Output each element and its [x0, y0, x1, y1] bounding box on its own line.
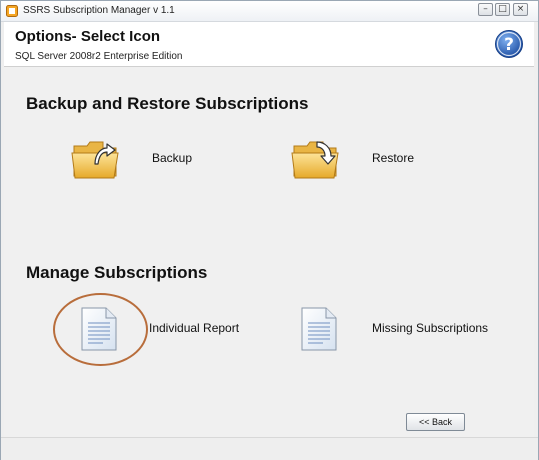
app-window: SSRS Subscription Manager v 1.1 – □ × Op…	[0, 0, 539, 460]
missing-subscriptions-label[interactable]: Missing Subscriptions	[372, 321, 488, 335]
restore-label[interactable]: Restore	[372, 151, 414, 165]
title-bar[interactable]: SSRS Subscription Manager v 1.1 – □ ×	[1, 1, 538, 22]
minimize-button[interactable]: –	[478, 3, 493, 16]
edition-label: SQL Server 2008r2 Enterprise Edition	[15, 51, 183, 62]
section-title-manage: Manage Subscriptions	[26, 263, 208, 282]
document-icon[interactable]	[299, 306, 339, 352]
help-icon[interactable]: ?	[494, 29, 524, 59]
individual-report-label[interactable]: Individual Report	[149, 321, 239, 335]
close-button[interactable]: ×	[513, 3, 528, 16]
document-icon[interactable]	[79, 306, 119, 352]
maximize-button[interactable]: □	[495, 3, 510, 16]
header-panel: Options- Select Icon SQL Server 2008r2 E…	[4, 22, 534, 67]
folder-restore-icon[interactable]	[291, 136, 341, 180]
folder-backup-icon[interactable]	[71, 136, 121, 180]
options-panel	[4, 67, 534, 437]
backup-label[interactable]: Backup	[152, 151, 192, 165]
page-title: Options- Select Icon	[15, 28, 161, 45]
back-button[interactable]: << Back	[406, 413, 465, 431]
section-title-backup-restore: Backup and Restore Subscriptions	[26, 94, 309, 113]
status-bar	[1, 437, 538, 460]
svg-text:?: ?	[504, 35, 514, 55]
window-title: SSRS Subscription Manager v 1.1	[23, 5, 175, 16]
app-icon	[6, 5, 18, 17]
